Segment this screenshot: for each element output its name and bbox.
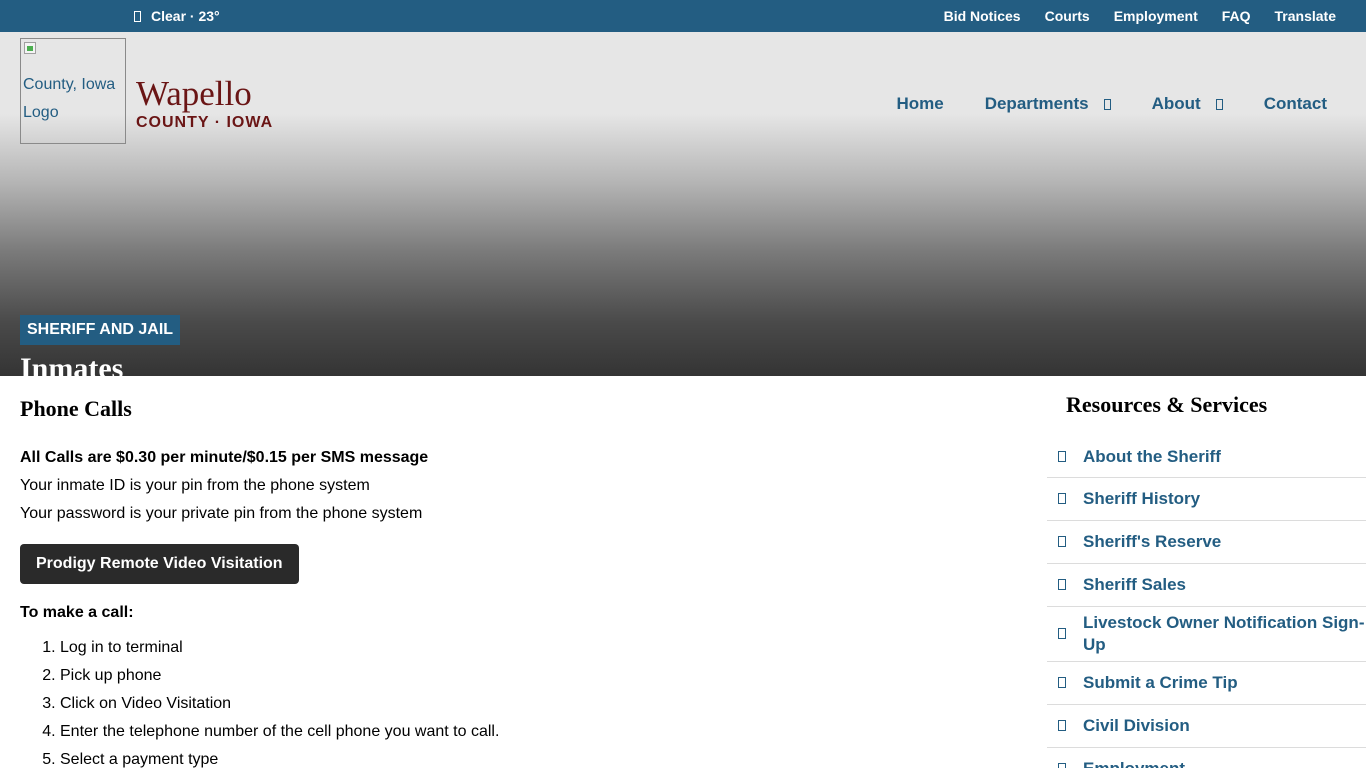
instructions-heading: To make a call: — [20, 604, 134, 621]
sidebar-item-label: Sheriff's Reserve — [1083, 532, 1222, 551]
nav-departments[interactable]: Departments — [985, 94, 1111, 114]
section-heading: Phone Calls — [20, 396, 132, 421]
bullet-icon — [1058, 493, 1066, 504]
section-badge[interactable]: SHERIFF AND JAIL — [20, 315, 181, 345]
nav-home-label: Home — [896, 94, 944, 113]
video-visitation-button[interactable]: Prodigy Remote Video Visitation — [20, 544, 299, 584]
resources-sidebar: Resources & Services About the Sheriff S… — [1047, 392, 1366, 768]
main-content: Phone Calls All Calls are $0.30 per minu… — [20, 396, 1000, 768]
call-steps-list: Log in to terminal Pick up phone Click o… — [60, 634, 1000, 768]
bullet-icon — [1058, 450, 1066, 462]
weather-widget: Clear · 23° — [134, 0, 220, 32]
main-navigation: Home Departments About Contact — [896, 94, 1327, 114]
utility-links: Bid Notices Courts Employment FAQ Transl… — [920, 0, 1336, 32]
link-faq[interactable]: FAQ — [1222, 8, 1251, 24]
list-item: Click on Video Visitation — [60, 690, 1000, 718]
sidebar-item-label: Sheriff History — [1083, 489, 1201, 508]
broken-image-icon — [24, 42, 36, 54]
weather-icon — [134, 10, 141, 22]
password-text: Your password is your private pin from t… — [20, 505, 423, 522]
nav-contact[interactable]: Contact — [1264, 94, 1327, 114]
sidebar-item-employment[interactable]: Employment — [1047, 748, 1366, 768]
sidebar-item-label: Sheriff Sales — [1083, 575, 1186, 594]
link-translate[interactable]: Translate — [1275, 8, 1336, 24]
chevron-down-icon — [1215, 98, 1223, 110]
sidebar-item-sheriffs-reserve[interactable]: Sheriff's Reserve — [1047, 521, 1366, 564]
sidebar-item-crime-tip[interactable]: Submit a Crime Tip — [1047, 662, 1366, 705]
site-brand[interactable]: Wapello COUNTY · IOWA — [136, 76, 273, 132]
sidebar-item-label: Civil Division — [1083, 716, 1190, 735]
sidebar-item-sheriff-history[interactable]: Sheriff History — [1047, 478, 1366, 521]
link-bid-notices[interactable]: Bid Notices — [944, 8, 1021, 24]
brand-subtitle: COUNTY · IOWA — [136, 114, 274, 131]
call-rate-text: All Calls are $0.30 per minute/$0.15 per… — [20, 449, 429, 466]
inmate-id-text: Your inmate ID is your pin from the phon… — [20, 477, 370, 494]
sidebar-item-civil-division[interactable]: Civil Division — [1047, 705, 1366, 748]
bullet-icon — [1058, 763, 1066, 768]
list-item: Select a payment type — [60, 746, 1000, 768]
bullet-icon — [1058, 628, 1066, 639]
utility-bar: Clear · 23° Bid Notices Courts Employmen… — [0, 0, 1366, 32]
bullet-icon — [1058, 677, 1066, 688]
list-item: Pick up phone — [60, 662, 1000, 690]
sidebar-item-label: Livestock Owner Notification Sign-Up — [1083, 613, 1365, 654]
page-title: Inmates — [20, 352, 124, 385]
link-courts[interactable]: Courts — [1045, 8, 1090, 24]
list-item: Enter the telephone number of the cell p… — [60, 718, 1000, 746]
bullet-icon — [1058, 579, 1066, 590]
weather-text: Clear · 23° — [151, 8, 220, 24]
sidebar-item-label: About the Sheriff — [1083, 446, 1221, 466]
nav-about-label: About — [1151, 94, 1201, 113]
sidebar-item-livestock-notification[interactable]: Livestock Owner Notification Sign-Up — [1047, 607, 1366, 662]
bullet-icon — [1058, 536, 1066, 547]
county-logo[interactable]: County, Iowa Logo — [20, 38, 126, 144]
sidebar-item-about-sheriff[interactable]: About the Sheriff — [1047, 436, 1366, 478]
sidebar-item-label: Employment — [1083, 759, 1185, 768]
sidebar-title: Resources & Services — [1066, 392, 1268, 417]
hero-banner: County, Iowa Logo Wapello COUNTY · IOWA … — [0, 32, 1366, 385]
brand-name: Wapello — [136, 74, 252, 113]
list-item: Log in to terminal — [60, 634, 1000, 662]
logo-alt-text: County, Iowa Logo — [23, 76, 116, 121]
sidebar-item-sheriff-sales[interactable]: Sheriff Sales — [1047, 564, 1366, 607]
nav-home[interactable]: Home — [896, 94, 943, 114]
link-employment[interactable]: Employment — [1114, 8, 1198, 24]
nav-contact-label: Contact — [1263, 94, 1327, 113]
bullet-icon — [1058, 720, 1066, 731]
sidebar-item-label: Submit a Crime Tip — [1083, 673, 1238, 692]
chevron-down-icon — [1103, 98, 1111, 110]
nav-about[interactable]: About — [1152, 94, 1223, 114]
nav-departments-label: Departments — [984, 94, 1089, 113]
